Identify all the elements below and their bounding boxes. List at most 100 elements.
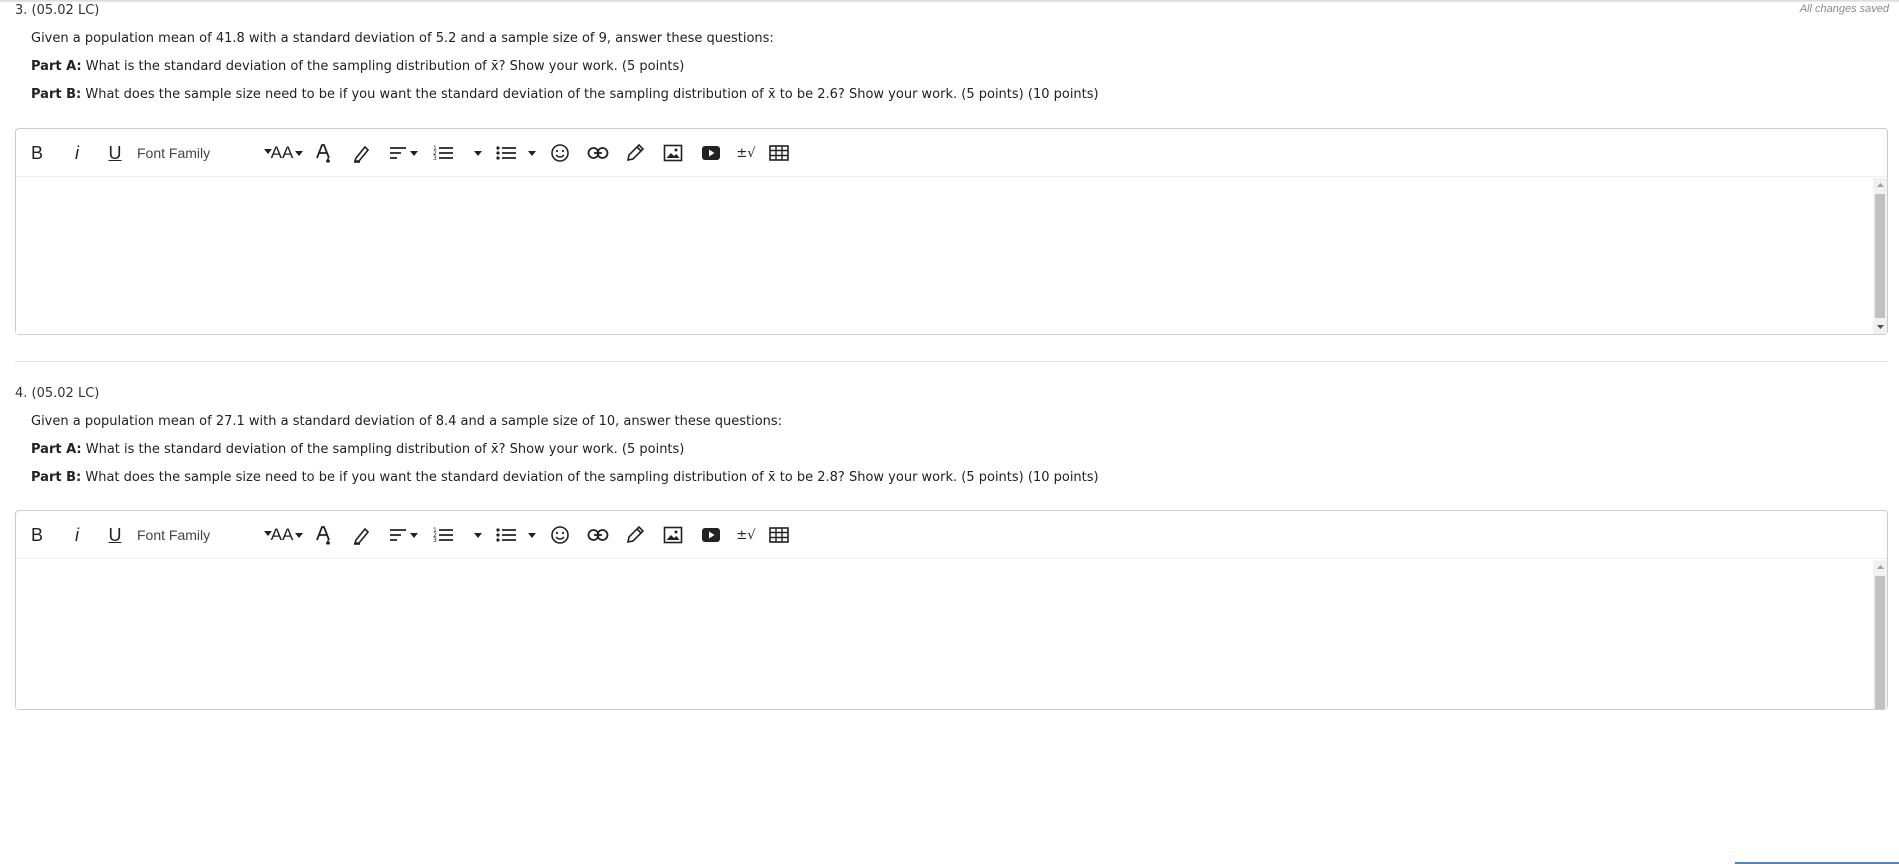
svg-text:3: 3 — [433, 537, 437, 544]
font-family-label: Font Family — [137, 145, 211, 161]
draw-icon — [626, 525, 645, 544]
font-family-dropdown[interactable]: Font Family — [137, 141, 272, 165]
image-button[interactable] — [661, 141, 685, 165]
chevron-down-icon — [410, 532, 418, 538]
underline-button[interactable]: U — [104, 141, 126, 165]
link-button[interactable] — [586, 141, 610, 165]
svg-text:3: 3 — [433, 155, 437, 162]
image-icon — [663, 144, 683, 162]
image-button[interactable] — [661, 523, 685, 547]
table-icon — [769, 145, 789, 161]
font-size-button[interactable]: AA — [270, 523, 304, 547]
scroll-thumb[interactable] — [1875, 194, 1885, 318]
chevron-down-icon — [528, 150, 536, 156]
question-intro: Given a population mean of 27.1 with a s… — [31, 414, 783, 429]
scroll-down-arrow[interactable] — [1873, 320, 1887, 334]
scroll-thumb[interactable] — [1875, 576, 1885, 709]
unordered-list-dropdown[interactable] — [526, 141, 538, 165]
answer-text-area[interactable] — [16, 560, 1873, 709]
scroll-up-arrow[interactable] — [1873, 560, 1887, 574]
chevron-down-icon — [474, 532, 482, 538]
unordered-list-icon — [496, 146, 516, 160]
text-color-button[interactable] — [312, 523, 336, 547]
part-a-label: Part A: — [31, 442, 82, 457]
highlight-button[interactable] — [350, 523, 374, 547]
text-color-icon — [316, 526, 330, 545]
ordered-list-button[interactable]: 123 — [426, 523, 460, 547]
font-family-label: Font Family — [137, 527, 211, 543]
ordered-list-dropdown[interactable] — [472, 523, 484, 547]
table-button[interactable] — [767, 141, 791, 165]
chevron-down-icon — [295, 532, 304, 538]
text-color-icon — [316, 144, 330, 163]
image-icon — [663, 526, 683, 544]
emoji-button[interactable] — [548, 141, 572, 165]
answer-text-area[interactable] — [16, 178, 1873, 334]
video-button[interactable] — [699, 523, 723, 547]
font-size-icon: AA — [270, 525, 294, 544]
ordered-list-button[interactable]: 123 — [426, 141, 460, 165]
ordered-list-dropdown[interactable] — [472, 141, 484, 165]
emoji-button[interactable] — [548, 523, 572, 547]
save-status: All changes saved — [1799, 3, 1889, 15]
part-a-text: Part A: What is the standard deviation o… — [31, 59, 684, 74]
unordered-list-icon — [496, 528, 516, 542]
video-icon — [702, 146, 720, 160]
question-header: 3. (05.02 LC) — [15, 3, 100, 18]
editor-scrollbar[interactable] — [1873, 560, 1887, 709]
chevron-down-icon — [528, 532, 536, 538]
table-button[interactable] — [767, 523, 791, 547]
chevron-down-icon — [474, 150, 482, 156]
unordered-list-dropdown[interactable] — [526, 523, 538, 547]
italic-icon: i — [75, 142, 79, 163]
video-button[interactable] — [699, 141, 723, 165]
italic-button[interactable]: i — [66, 141, 88, 165]
ordered-list-icon: 123 — [433, 145, 453, 162]
bold-icon: B — [30, 524, 43, 545]
draw-button[interactable] — [623, 523, 647, 547]
part-b-body: What does the sample size need to be if … — [81, 470, 1099, 485]
underline-button[interactable]: U — [104, 523, 126, 547]
font-size-button[interactable]: AA — [270, 141, 304, 165]
math-button[interactable]: ±√ — [734, 523, 758, 547]
align-button[interactable] — [386, 141, 420, 165]
editor-scrollbar[interactable] — [1873, 178, 1887, 334]
answer-editor-4[interactable]: B i U Font Family AA 1 2 3 ±√ — [15, 510, 1888, 710]
part-b-text: Part B: What does the sample size need t… — [31, 87, 1099, 102]
align-button[interactable] — [386, 523, 420, 547]
math-button[interactable]: ±√ — [734, 141, 758, 165]
font-size-icon: AA — [270, 143, 294, 162]
scroll-up-arrow[interactable] — [1873, 178, 1887, 192]
font-family-dropdown[interactable]: Font Family — [137, 523, 272, 547]
highlight-icon — [353, 145, 370, 163]
answer-editor-3[interactable]: B i U Font Family AA 1 2 3 ±√ — [15, 128, 1888, 335]
highlight-icon — [353, 527, 370, 545]
text-color-button[interactable] — [312, 141, 336, 165]
editor-toolbar: B i U Font Family AA 1 2 3 ±√ — [16, 511, 1887, 559]
part-b-label: Part B: — [31, 470, 82, 485]
underline-icon: U — [108, 142, 122, 163]
unordered-list-button[interactable] — [494, 523, 518, 547]
draw-icon — [626, 143, 645, 162]
bold-button[interactable]: B — [26, 523, 48, 547]
highlight-button[interactable] — [350, 141, 374, 165]
chevron-down-icon — [295, 150, 304, 156]
link-button[interactable] — [586, 523, 610, 547]
underline-icon: U — [108, 524, 122, 545]
question-intro: Given a population mean of 41.8 with a s… — [31, 31, 774, 46]
bold-icon: B — [30, 142, 43, 163]
part-b-label: Part B: — [31, 87, 82, 102]
top-shadow — [0, 0, 1899, 3]
link-icon — [587, 147, 609, 159]
editor-toolbar: B i U Font Family AA 1 2 3 ±√ — [16, 129, 1887, 177]
unordered-list-button[interactable] — [494, 141, 518, 165]
video-icon — [702, 528, 720, 542]
bold-button[interactable]: B — [26, 141, 48, 165]
assignment-page: All changes saved 3. (05.02 LC) Given a … — [0, 0, 1899, 864]
align-icon — [390, 529, 406, 541]
draw-button[interactable] — [623, 141, 647, 165]
link-icon — [587, 529, 609, 541]
italic-button[interactable]: i — [66, 523, 88, 547]
chevron-down-icon — [410, 150, 418, 156]
ordered-list-icon: 123 — [433, 527, 453, 544]
